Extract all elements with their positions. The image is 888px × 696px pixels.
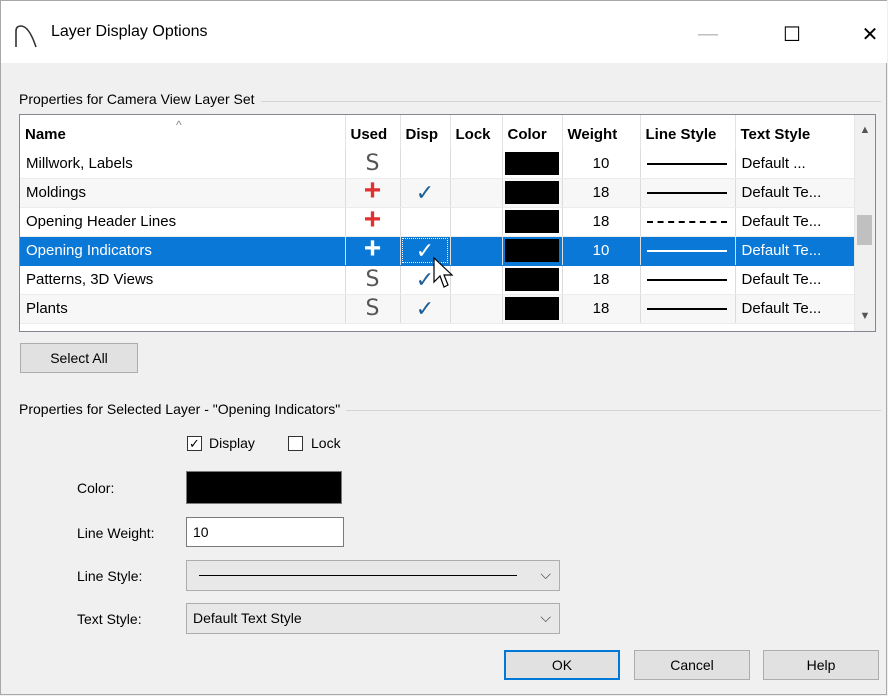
used-plus-icon[interactable]: + <box>364 178 382 206</box>
display-label: Display <box>209 435 255 451</box>
used-plus-icon[interactable]: + <box>364 236 382 264</box>
text-style-label: Text Style: <box>77 611 142 627</box>
chevron-down-icon: ⌵ <box>540 566 551 582</box>
cell-text-style[interactable]: Default Te... <box>735 294 856 324</box>
line-style-solid[interactable] <box>646 279 727 282</box>
table-row[interactable]: Opening Header Lines + 18 Default Te... <box>20 207 856 237</box>
cell-text-style[interactable]: Default ... <box>735 149 856 179</box>
cell-text-style[interactable]: Default Te... <box>735 178 856 208</box>
close-button[interactable]: ✕ <box>847 11 888 57</box>
cell-weight[interactable]: 10 <box>562 236 641 266</box>
help-button[interactable]: Help <box>763 650 879 680</box>
line-style-preview <box>199 575 517 576</box>
col-header-used[interactable]: Used <box>345 115 401 149</box>
cell-weight[interactable]: 18 <box>562 178 641 208</box>
cell-weight[interactable]: 18 <box>562 207 641 237</box>
dialog-window: Layer Display Options — ☐ ✕ Properties f… <box>0 0 887 695</box>
line-style-solid[interactable] <box>646 192 727 195</box>
color-swatch[interactable] <box>505 181 559 204</box>
cell-weight[interactable]: 18 <box>562 294 641 324</box>
cell-text-style[interactable]: Default Te... <box>735 265 856 295</box>
color-picker-button[interactable] <box>186 471 342 504</box>
color-label: Color: <box>77 480 115 496</box>
col-header-text-style[interactable]: Text Style <box>735 115 856 149</box>
cell-lock[interactable] <box>450 265 503 295</box>
used-s-icon[interactable]: S <box>366 267 380 292</box>
cell-lock[interactable] <box>450 236 503 266</box>
line-style-solid[interactable] <box>646 308 727 311</box>
cell-name: Moldings <box>20 178 346 208</box>
table-row[interactable]: Moldings + ✓ 18 Default Te... <box>20 178 856 208</box>
disp-check-icon[interactable]: ✓ <box>416 180 434 205</box>
cell-text-style[interactable]: Default Te... <box>735 236 856 266</box>
line-style-solid[interactable] <box>646 250 727 253</box>
line-weight-label: Line Weight: <box>77 525 155 541</box>
scroll-up-icon[interactable]: ▲ <box>855 120 875 140</box>
cell-lock[interactable] <box>450 149 503 179</box>
col-header-disp[interactable]: Disp <box>400 115 451 149</box>
cell-lock[interactable] <box>450 294 503 324</box>
line-style-dashed[interactable] <box>646 221 727 224</box>
cell-text-style[interactable]: Default Te... <box>735 207 856 237</box>
cell-name: Millwork, Labels <box>20 149 346 179</box>
maximize-button[interactable]: ☐ <box>769 11 815 57</box>
cell-weight[interactable]: 18 <box>562 265 641 295</box>
col-header-name[interactable]: Name <box>20 115 346 149</box>
scroll-thumb[interactable] <box>857 215 872 245</box>
cell-name: Opening Indicators <box>20 236 346 266</box>
table-group-label: Properties for Camera View Layer Set <box>19 91 261 107</box>
lock-label: Lock <box>311 435 341 451</box>
color-swatch[interactable] <box>505 210 559 233</box>
cell-name: Opening Header Lines <box>20 207 346 237</box>
used-s-icon[interactable]: S <box>366 296 380 321</box>
scroll-down-icon[interactable]: ▼ <box>855 306 875 326</box>
cell-weight[interactable]: 10 <box>562 149 641 179</box>
app-arch-icon <box>15 25 37 48</box>
selected-group-label: Properties for Selected Layer - "Opening… <box>19 401 347 417</box>
col-header-color[interactable]: Color <box>502 115 563 149</box>
color-swatch[interactable] <box>505 239 559 262</box>
text-style-value: Default Text Style <box>193 610 302 626</box>
line-style-label: Line Style: <box>77 568 143 584</box>
select-all-button[interactable]: Select All <box>20 343 138 373</box>
cell-lock[interactable] <box>450 207 503 237</box>
lock-checkbox[interactable] <box>288 436 303 451</box>
chevron-down-icon: ⌵ <box>540 609 551 625</box>
col-header-weight[interactable]: Weight <box>562 115 641 149</box>
cell-lock[interactable] <box>450 178 503 208</box>
color-swatch[interactable] <box>505 297 559 320</box>
used-plus-icon[interactable]: + <box>364 207 382 235</box>
cell-name: Plants <box>20 294 346 324</box>
col-header-line-style[interactable]: Line Style <box>640 115 736 149</box>
layer-table[interactable]: Name Used Disp Lock Color Weight Line St… <box>19 114 876 332</box>
cell-name: Patterns, 3D Views <box>20 265 346 295</box>
disp-check-icon[interactable]: ✓ <box>416 296 434 321</box>
used-s-icon[interactable]: S <box>366 151 380 176</box>
col-header-lock[interactable]: Lock <box>450 115 503 149</box>
ok-button[interactable]: OK <box>504 650 620 680</box>
mouse-cursor-icon <box>433 256 454 288</box>
vertical-scrollbar[interactable]: ▲ ▼ <box>854 115 875 331</box>
text-style-dropdown[interactable]: Default Text Style ⌵ <box>186 603 560 634</box>
line-weight-input[interactable]: 10 <box>186 517 344 547</box>
display-checkbox[interactable]: ✓ <box>187 436 202 451</box>
table-row[interactable]: Plants S ✓ 18 Default Te... <box>20 294 856 324</box>
cancel-button[interactable]: Cancel <box>634 650 750 680</box>
table-row[interactable]: Millwork, Labels S 10 Default ... <box>20 149 856 179</box>
line-style-solid[interactable] <box>646 162 727 165</box>
sort-caret-icon: ^ <box>176 118 182 132</box>
table-header: Name Used Disp Lock Color Weight Line St… <box>20 115 856 149</box>
minimize-button[interactable]: — <box>685 11 731 57</box>
color-swatch[interactable] <box>505 151 559 175</box>
color-swatch[interactable] <box>505 268 559 291</box>
window-title: Layer Display Options <box>51 23 208 40</box>
title-bar[interactable]: Layer Display Options — ☐ ✕ <box>1 1 887 63</box>
line-style-dropdown[interactable]: ⌵ <box>186 560 560 591</box>
